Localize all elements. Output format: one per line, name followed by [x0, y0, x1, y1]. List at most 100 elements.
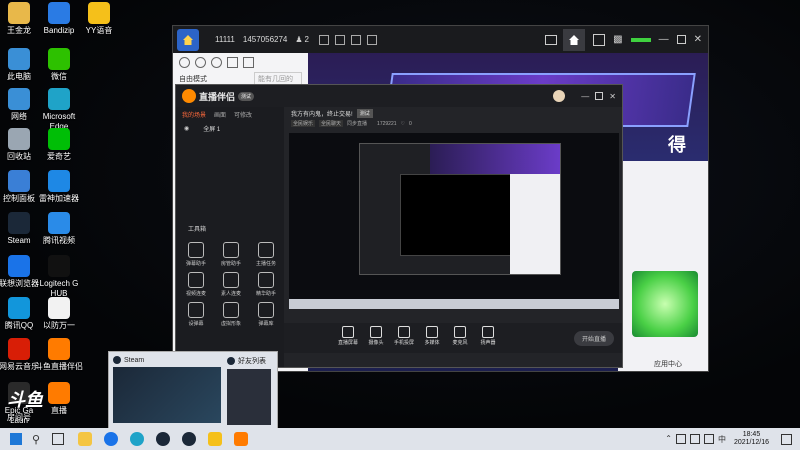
- more-icon[interactable]: [243, 57, 254, 68]
- person-icon[interactable]: [179, 57, 190, 68]
- desktop-icon-label: 斗鱼直播伴侣: [35, 362, 83, 371]
- eye-icon[interactable]: ◉: [184, 125, 189, 132]
- desktop-icon-label: 王金龙: [7, 26, 31, 35]
- room-category[interactable]: 全民娱乐: [291, 120, 316, 127]
- tool-button[interactable]: 视频连麦: [181, 272, 211, 297]
- notice-row: 我方有内鬼，终止交易! 测试: [291, 109, 373, 118]
- list-icon[interactable]: [351, 34, 361, 45]
- center-label[interactable]: 应用中心: [654, 359, 682, 369]
- stream-preview[interactable]: [289, 133, 619, 309]
- settings-icon[interactable]: [211, 57, 222, 68]
- avatar[interactable]: [553, 90, 566, 102]
- like-icon: ♡: [400, 120, 405, 127]
- thumb-friends[interactable]: 好友列表: [227, 356, 273, 425]
- desktop-icon[interactable]: Microsoft Edge: [29, 88, 89, 132]
- search-icon[interactable]: ⚲: [32, 433, 40, 446]
- nested-banner: [430, 144, 560, 174]
- tool-button[interactable]: 素人连麦: [216, 272, 246, 297]
- tool-label: 素人连麦: [220, 291, 241, 297]
- link-icon: [223, 272, 239, 288]
- highlight-icon: [258, 272, 274, 288]
- sidebar-mode[interactable]: 自由模式: [179, 74, 207, 84]
- taskbar-thumbnails: Steam 好友列表: [108, 351, 278, 430]
- stream-min-icon[interactable]: —: [581, 92, 589, 101]
- desktop-icon[interactable]: Logitech G HUB: [29, 255, 89, 299]
- douyu-taskbar-icon[interactable]: [234, 432, 249, 446]
- desktop-icon[interactable]: 爱奇艺: [29, 128, 89, 162]
- start-stream-button[interactable]: 开始直播: [573, 331, 614, 346]
- control-button[interactable]: 多媒体: [418, 326, 446, 346]
- online-count: 2: [304, 35, 309, 44]
- tool-label: 弹幕库: [258, 321, 274, 327]
- preview-taskbar: [289, 299, 619, 309]
- task-view-icon[interactable]: [52, 433, 65, 445]
- desktop-icon[interactable]: 以防万一: [29, 297, 89, 331]
- desktop-icon[interactable]: 腾讯视频: [29, 212, 89, 246]
- control-button[interactable]: 直播屏幕: [334, 326, 362, 346]
- chat-icon[interactable]: [195, 57, 206, 68]
- close-icon[interactable]: ✕: [694, 34, 702, 45]
- tab-scenes[interactable]: 我的场景: [182, 110, 206, 119]
- yy-taskbar-icon[interactable]: [208, 432, 223, 446]
- control-button[interactable]: 扬声器: [474, 326, 502, 346]
- ime-indicator[interactable]: 中: [718, 434, 726, 445]
- start-icon[interactable]: [10, 433, 22, 445]
- scene-row[interactable]: ◉ 全屏 1: [176, 122, 284, 135]
- gift-icon[interactable]: [227, 57, 238, 68]
- tool-button[interactable]: 设弹幕: [181, 302, 211, 327]
- tab-edit[interactable]: 可修改: [234, 110, 252, 119]
- network-tray-icon[interactable]: [675, 433, 686, 444]
- tab-canvas[interactable]: 画面: [214, 110, 226, 119]
- steam-taskbar-icon[interactable]: [156, 432, 171, 446]
- stream-logo-badge: 测试: [238, 91, 255, 101]
- edge-taskbar-icon[interactable]: [130, 432, 145, 446]
- nested-side: [510, 174, 560, 274]
- copy-icon[interactable]: [319, 34, 329, 45]
- desktop-icon[interactable]: 斗鱼直播伴侣: [29, 338, 89, 372]
- control-button[interactable]: 手机投屏: [390, 326, 418, 346]
- watermark-text: 斗鱼: [7, 390, 43, 410]
- clock[interactable]: 18:45 2021/12/16: [734, 431, 769, 447]
- desktop-icon[interactable]: 雷神加速器: [29, 170, 89, 204]
- home-icon[interactable]: [563, 28, 586, 51]
- cast-icon[interactable]: [545, 34, 558, 45]
- lenovo-browser-taskbar-icon[interactable]: [104, 432, 119, 446]
- battery-tray-icon[interactable]: [703, 433, 714, 444]
- desktop-icon[interactable]: YY语音: [69, 2, 129, 36]
- scene-name: 全屏 1: [203, 127, 221, 133]
- control-panel-icon: [8, 170, 30, 192]
- grid-icon[interactable]: [335, 34, 345, 45]
- tool-button[interactable]: 主播任务: [251, 242, 281, 267]
- tray-arrow-icon[interactable]: ⌃: [665, 434, 672, 445]
- phone-cast-icon: [398, 326, 410, 338]
- volume-tray-icon[interactable]: [689, 433, 700, 444]
- tool-button[interactable]: 弹幕助手: [181, 242, 211, 267]
- desktop-icon[interactable]: 微信: [29, 48, 89, 82]
- tool-button[interactable]: 弹幕库: [251, 302, 281, 327]
- minimize-icon[interactable]: —: [659, 34, 669, 45]
- thumb-steam[interactable]: Steam: [113, 356, 223, 423]
- stream-window[interactable]: 直播伴侣 测试 — ✕ 我的场景 画面 可修改 ◉ 全屏 1 工具箱 弹幕助手 房…: [175, 84, 623, 368]
- tool-button[interactable]: 精华助手: [251, 272, 281, 297]
- share-icon[interactable]: [367, 34, 377, 45]
- bandizip-icon: [48, 2, 70, 24]
- maximize-icon[interactable]: [676, 35, 686, 44]
- control-button[interactable]: 麦克风: [446, 326, 474, 346]
- stream-max-icon[interactable]: [595, 92, 604, 100]
- tool-button[interactable]: 房管助手: [216, 242, 246, 267]
- notification-icon[interactable]: [781, 433, 792, 445]
- stream-close-icon[interactable]: ✕: [609, 92, 616, 101]
- control-button[interactable]: 摄像头: [362, 326, 390, 346]
- douyu-icon: [48, 338, 70, 360]
- menu-doc-icon[interactable]: [593, 33, 606, 46]
- tool-button[interactable]: 虚拟形象: [216, 302, 246, 327]
- room-sub[interactable]: 全民聊天: [319, 120, 344, 127]
- file-explorer-icon[interactable]: [78, 432, 93, 446]
- camera-icon: [370, 326, 382, 338]
- toolbar-icons: [319, 34, 377, 45]
- steam-friends-taskbar-icon[interactable]: [182, 432, 197, 446]
- steam-icon: [8, 212, 30, 234]
- gamepad-icon[interactable]: ▩: [613, 34, 622, 45]
- home-logo-icon[interactable]: [177, 28, 199, 51]
- notice-text[interactable]: 我方有内鬼，终止交易!: [291, 109, 353, 118]
